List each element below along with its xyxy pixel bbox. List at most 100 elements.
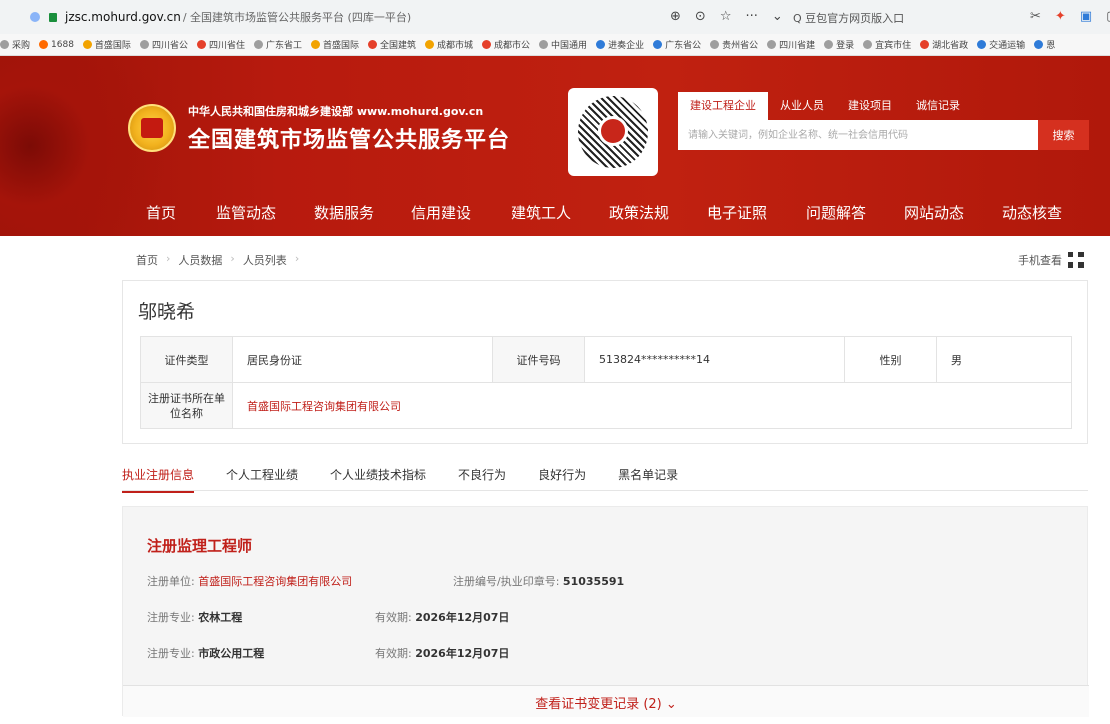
- search-tabs: 建设工程企业 从业人员 建设项目 诚信记录: [678, 92, 972, 120]
- tab-registration[interactable]: 执业注册信息: [122, 466, 195, 493]
- breadcrumb-list[interactable]: 人员列表: [243, 252, 287, 268]
- bookmark-item[interactable]: 登录: [824, 38, 854, 51]
- nav-credit[interactable]: 信用建设: [411, 202, 471, 223]
- specialty-value: 农林工程: [198, 611, 243, 624]
- nav-faq[interactable]: 问题解答: [806, 202, 866, 223]
- person-name: 邬晓希: [138, 301, 196, 323]
- search-tab-enterprise[interactable]: 建设工程企业: [678, 92, 768, 120]
- reg-no-label: 注册编号/执业印章号:: [453, 575, 563, 588]
- bookmark-item[interactable]: 全国建筑: [368, 38, 416, 51]
- search-input[interactable]: [678, 120, 1038, 150]
- specialty-row: 注册专业: 市政公用工程: [147, 645, 264, 661]
- national-emblem-icon: [128, 104, 176, 152]
- nav-site-news[interactable]: 网站动态: [904, 202, 964, 223]
- bookmark-item[interactable]: 广东省工: [253, 38, 302, 51]
- bookmark-label: 首盛国际: [322, 41, 359, 51]
- chevron-down-icon[interactable]: ⌄: [772, 9, 783, 24]
- search-tab-projects[interactable]: 建设项目: [836, 92, 904, 120]
- extension-icon[interactable]: ✦: [1055, 9, 1066, 24]
- expiry-row: 有效期: 2026年12月07日: [375, 645, 509, 661]
- bookmark-item[interactable]: 四川省公: [139, 38, 188, 51]
- tab-good-conduct[interactable]: 良好行为: [538, 466, 586, 493]
- zoom-icon[interactable]: ⊕: [670, 9, 681, 24]
- tabs-divider: [122, 490, 1088, 491]
- search-tab-personnel[interactable]: 从业人员: [768, 92, 836, 120]
- screenshot-icon[interactable]: ▣: [1080, 9, 1092, 24]
- chevron-right-icon: ›: [230, 252, 235, 265]
- bookmark-label: 四川省住: [208, 41, 245, 51]
- bookmark-item[interactable]: 首盛国际: [310, 38, 359, 51]
- bookmark-item[interactable]: 1688: [39, 40, 74, 50]
- company-link[interactable]: 首盛国际工程咨询集团有限公司: [232, 382, 1072, 429]
- unit-link[interactable]: 首盛国际工程咨询集团有限公司: [198, 575, 352, 588]
- bookmark-item[interactable]: 四川省住: [196, 38, 245, 51]
- bookmark-item[interactable]: 四川省建: [767, 38, 815, 51]
- bookmark-item[interactable]: 中国通用: [539, 38, 587, 51]
- info-tabs: 执业注册信息 个人工程业绩 个人业绩技术指标 不良行为 良好行为 黑名单记录: [122, 466, 710, 493]
- nav-workers[interactable]: 建筑工人: [511, 202, 571, 223]
- breadcrumb-personnel[interactable]: 人员数据: [178, 252, 222, 268]
- bookmark-label: 宜宾市住: [875, 41, 912, 51]
- expiry-label: 有效期:: [375, 647, 416, 660]
- browser-address-bar[interactable]: jzsc.mohurd.gov.cn / 全国建筑市场监管公共服务平台 (四库一…: [0, 0, 1110, 34]
- specialty-label: 注册专业:: [147, 647, 199, 660]
- nav-e-license[interactable]: 电子证照: [707, 202, 767, 223]
- bookmark-item[interactable]: 交通运输: [977, 38, 1025, 51]
- bookmark-item[interactable]: 成都市城: [425, 38, 473, 51]
- star-icon[interactable]: ☆: [720, 9, 732, 24]
- bookmark-item[interactable]: 首盛国际: [82, 38, 131, 51]
- nav-home[interactable]: 首页: [146, 202, 176, 223]
- tab-bad-conduct[interactable]: 不良行为: [458, 466, 506, 493]
- breadcrumb-home[interactable]: 首页: [136, 252, 158, 268]
- tab-tech-indicators[interactable]: 个人业绩技术指标: [330, 466, 426, 493]
- bookmark-item[interactable]: 恩: [1034, 38, 1055, 51]
- bookmark-item[interactable]: 广东省公: [653, 38, 701, 51]
- qr-logo-icon: [598, 116, 628, 146]
- scissors-icon[interactable]: ✂: [1030, 9, 1041, 24]
- bookmark-icon: [596, 40, 606, 49]
- lock-icon: [49, 12, 57, 22]
- bookmark-icon: [767, 40, 777, 49]
- bookmark-item[interactable]: 贵州省公: [710, 38, 758, 51]
- bookmark-icon: [310, 40, 320, 49]
- nav-data-service[interactable]: 数据服务: [314, 202, 374, 223]
- unit-label: 注册单位:: [147, 575, 199, 588]
- bookmark-icon: [482, 40, 492, 49]
- location-icon[interactable]: ⊙: [695, 9, 706, 24]
- bookmark-icon: [82, 40, 92, 49]
- bookmark-item[interactable]: 湖北省政: [920, 38, 968, 51]
- more-icon[interactable]: ···: [745, 9, 757, 24]
- bookmark-icon: [196, 40, 206, 49]
- bookmark-item[interactable]: 进奏企业: [596, 38, 644, 51]
- registration-panel: 注册监理工程师 注册单位: 首盛国际工程咨询集团有限公司 注册编号/执业印章号:…: [122, 506, 1089, 717]
- bookmark-icon: [1034, 40, 1044, 49]
- bookmark-icon: [977, 40, 987, 49]
- bookmark-label: 贵州省公: [722, 41, 759, 51]
- nav-supervision[interactable]: 监管动态: [216, 202, 276, 223]
- tab-performance[interactable]: 个人工程业绩: [226, 466, 298, 493]
- browser-search-hint[interactable]: Q 豆包官方网页版入口: [793, 10, 904, 26]
- chevron-right-icon: ›: [166, 252, 171, 265]
- bookmark-label: 恩: [1046, 41, 1056, 51]
- window-icon[interactable]: ▢: [1106, 9, 1110, 24]
- search-tab-credit[interactable]: 诚信记录: [904, 92, 972, 120]
- bookmark-item[interactable]: 采购: [0, 38, 30, 51]
- bookmark-item[interactable]: 成都市公: [482, 38, 530, 51]
- extension-icons: ✂ ✦ ▣ ▢: [1030, 9, 1110, 24]
- site-header: 中华人民共和国住房和城乡建设部 www.mohurd.gov.cn 全国建筑市场…: [0, 56, 1110, 236]
- bookmark-label: 1688: [51, 39, 74, 50]
- company-label: 注册证书所在单位名称: [140, 382, 233, 429]
- qr-code: [568, 88, 658, 176]
- bookmark-label: 湖北省政: [932, 41, 969, 51]
- id-type-value: 居民身份证: [232, 336, 493, 383]
- view-changes-link[interactable]: 查看证书变更记录 (2) ⌄: [123, 685, 1089, 717]
- nav-dynamic-check[interactable]: 动态核查: [1002, 202, 1062, 223]
- bookmark-icon: [39, 40, 49, 49]
- search-button[interactable]: 搜索: [1038, 120, 1089, 150]
- nav-policy[interactable]: 政策法规: [609, 202, 669, 223]
- site-title[interactable]: 全国建筑市场监管公共服务平台: [188, 122, 510, 154]
- person-card: 邬晓希 证件类型 居民身份证 证件号码 513824**********14 性…: [122, 280, 1088, 444]
- tab-blacklist[interactable]: 黑名单记录: [618, 466, 678, 493]
- mobile-view-link[interactable]: 手机查看: [1018, 252, 1084, 268]
- bookmark-item[interactable]: 宜宾市住: [863, 38, 911, 51]
